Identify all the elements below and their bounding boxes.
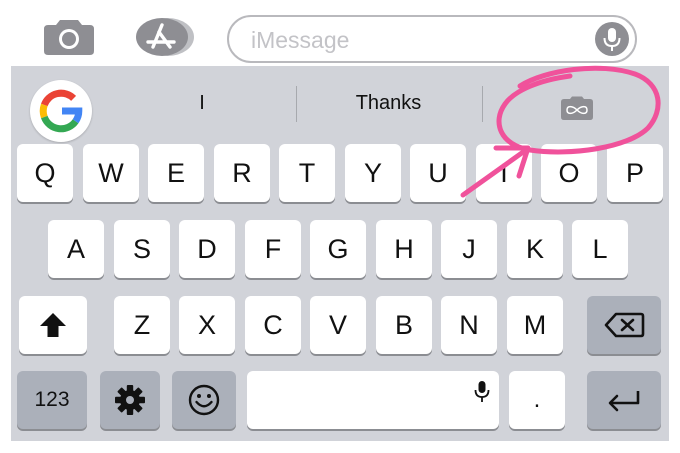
annotation-overlay: [460, 65, 661, 198]
annotation-arrow: [460, 145, 531, 198]
annotation-circle: [496, 65, 661, 155]
